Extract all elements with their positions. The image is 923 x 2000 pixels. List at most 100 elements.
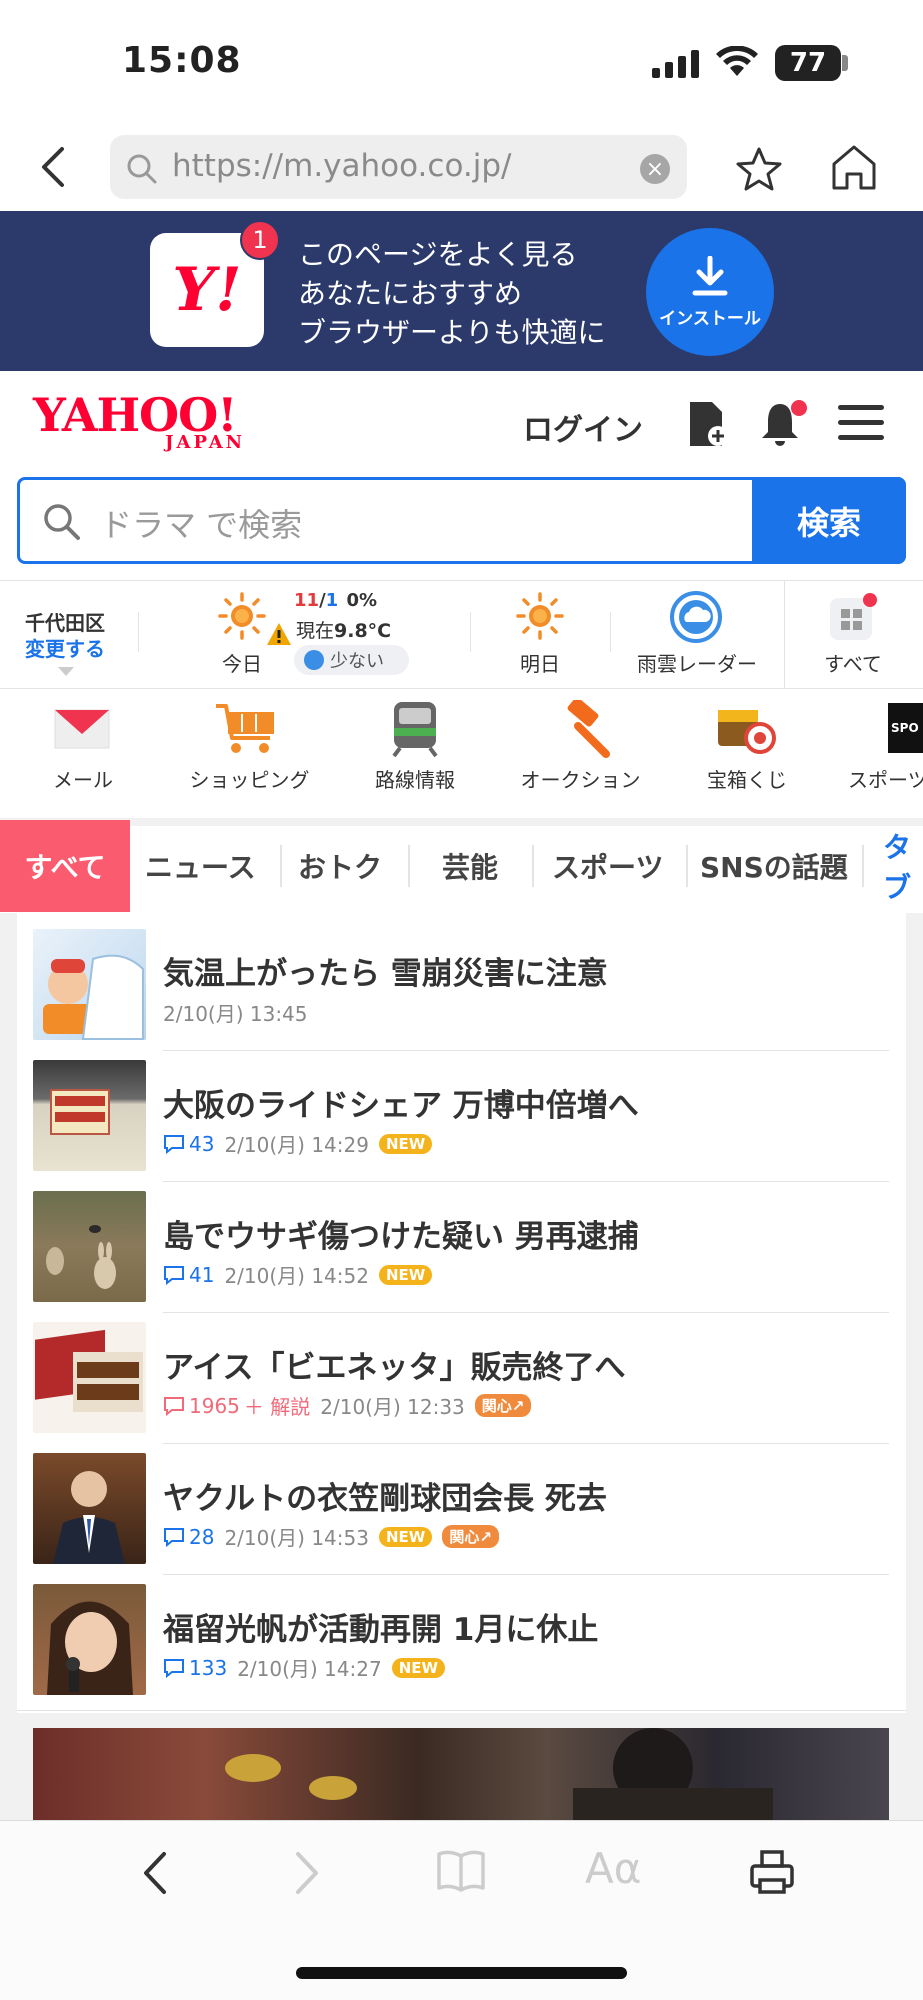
weather-date: 11/1 0% <box>294 590 378 611</box>
tab-entertainment[interactable]: 芸能 <box>442 820 498 912</box>
bookmark-star-icon[interactable] <box>735 145 783 193</box>
service-shopping[interactable]: ショッピング <box>177 764 322 793</box>
news-title[interactable]: 島でウサギ傷つけた疑い 男再逮捕 <box>163 1211 639 1256</box>
tab-news[interactable]: ニュース <box>145 820 256 912</box>
banner-line-1: このページをよく見る <box>298 238 578 271</box>
clear-url-icon[interactable]: × <box>640 154 670 184</box>
comment-count[interactable]: 41 <box>163 1263 214 1287</box>
commentary-link[interactable]: ＋ 解説 <box>244 1391 310 1420</box>
new-badge: NEW <box>391 1657 446 1678</box>
news-thumbnail[interactable] <box>33 1322 146 1433</box>
weather-tomorrow-label[interactable]: 明日 <box>510 648 570 677</box>
install-label: インストール <box>659 308 761 329</box>
comment-icon <box>164 1527 184 1547</box>
news-title[interactable]: ヤクルトの衣笠剛球団会長 死去 <box>163 1473 607 1518</box>
location-caret-icon <box>58 667 74 676</box>
tab-sports[interactable]: スポーツ <box>552 820 663 912</box>
tab-sns[interactable]: SNSの話題 <box>700 820 848 912</box>
new-badge: NEW <box>378 1264 433 1285</box>
service-auction[interactable]: オークション <box>508 764 653 793</box>
bell-icon[interactable] <box>758 398 808 448</box>
service-sports[interactable]: スポーツ <box>848 764 923 793</box>
comment-icon <box>164 1265 184 1285</box>
rain-radar-label[interactable]: 雨雲レーダー <box>630 648 764 677</box>
comment-count[interactable]: 28 <box>163 1525 214 1549</box>
download-icon <box>692 255 728 295</box>
tab-separator <box>532 845 534 887</box>
search-icon <box>44 504 80 540</box>
auction-gavel-icon[interactable] <box>550 700 614 758</box>
hamburger-menu-icon[interactable] <box>838 405 884 441</box>
featured-news-image[interactable] <box>33 1728 889 1820</box>
news-meta: 28 2/10(月) 14:53 NEW 関心↗ <box>163 1522 499 1551</box>
news-thumbnail[interactable] <box>33 1453 146 1564</box>
comment-count[interactable]: 1965 ＋ 解説 <box>163 1391 310 1420</box>
new-badge: NEW <box>378 1133 433 1154</box>
banner-line-2: あなたにおすすめ <box>298 277 523 310</box>
rain-radar-icon <box>670 591 722 643</box>
add-page-icon[interactable] <box>686 400 728 448</box>
tab-separator <box>280 845 282 887</box>
battery-cap <box>842 55 848 71</box>
home-icon[interactable] <box>830 142 878 192</box>
tab-all[interactable]: すべて <box>0 820 130 912</box>
comment-icon <box>164 1134 184 1154</box>
weather-location: 千代田区 <box>25 611 105 635</box>
news-meta: 2/10(月) 13:45 <box>163 1002 308 1026</box>
warning-icon <box>267 623 291 645</box>
news-meta: 41 2/10(月) 14:52 NEW <box>163 1260 433 1289</box>
service-lottery[interactable]: 宝箱くじ <box>687 764 807 793</box>
comment-icon <box>164 1658 184 1678</box>
news-meta: 1965 ＋ 解説 2/10(月) 12:33 関心↗ <box>163 1391 532 1420</box>
wifi-icon <box>716 46 758 76</box>
sun-icon <box>218 592 266 640</box>
shopping-cart-icon[interactable] <box>214 700 280 758</box>
tab-separator <box>408 845 410 887</box>
change-location-link[interactable]: 変更する <box>25 633 105 662</box>
text-size-icon[interactable]: Aα <box>585 1844 641 1893</box>
service-transit[interactable]: 路線情報 <box>355 764 475 793</box>
news-meta: 43 2/10(月) 14:29 NEW <box>163 1129 433 1158</box>
comment-count[interactable]: 133 <box>163 1656 227 1680</box>
trending-badge: 関心↗ <box>442 1525 499 1548</box>
news-thumbnail[interactable] <box>33 1191 146 1302</box>
treasure-lottery-icon[interactable] <box>714 700 780 758</box>
service-mail[interactable]: メール <box>33 764 133 793</box>
news-title[interactable]: 福留光帆が活動再開 1月に休止 <box>163 1604 598 1649</box>
tab-more[interactable]: タブ <box>883 820 923 912</box>
print-icon[interactable] <box>748 1848 796 1896</box>
train-icon[interactable] <box>390 700 440 758</box>
sports-logo-icon[interactable]: SPO <box>888 703 923 753</box>
yahoo-logo-japan: JAPAN <box>165 432 246 453</box>
comment-icon <box>164 1396 184 1416</box>
search-button[interactable]: 検索 <box>752 477 906 564</box>
url-text[interactable]: https://m.yahoo.co.jp/ <box>172 148 511 184</box>
tab-deals[interactable]: おトク <box>298 820 382 912</box>
tab-separator <box>862 845 864 887</box>
mail-icon[interactable] <box>53 704 113 754</box>
cellular-signal-icon <box>652 50 699 78</box>
new-badge: NEW <box>378 1526 433 1547</box>
tab-separator <box>686 845 688 887</box>
battery-indicator: 77 <box>775 45 841 81</box>
back-chevron-icon[interactable] <box>38 145 68 189</box>
comment-count[interactable]: 43 <box>163 1132 214 1156</box>
news-title[interactable]: 大阪のライドシェア 万博中倍増へ <box>163 1080 639 1125</box>
home-indicator <box>296 1967 627 1979</box>
all-services-grid-icon[interactable] <box>828 592 878 642</box>
news-card <box>17 913 906 1713</box>
pollen-indicator: 少ない <box>294 645 409 675</box>
back-icon[interactable] <box>140 1850 170 1896</box>
news-thumbnail[interactable] <box>33 929 146 1040</box>
all-services-label[interactable]: すべて <box>818 648 888 677</box>
news-title[interactable]: 気温上がったら 雪崩災害に注意 <box>163 948 608 993</box>
news-thumbnail[interactable] <box>33 1060 146 1171</box>
login-link[interactable]: ログイン <box>523 405 643 449</box>
forward-icon[interactable] <box>292 1850 322 1896</box>
news-thumbnail[interactable] <box>33 1584 146 1695</box>
install-button[interactable]: インストール <box>646 228 774 356</box>
bookmarks-book-icon[interactable] <box>436 1848 486 1894</box>
sun-icon-tomorrow <box>516 592 564 640</box>
news-title[interactable]: アイス「ビエネッタ」販売終了へ <box>163 1342 626 1387</box>
banner-line-3: ブラウザーよりも快適に <box>298 316 606 349</box>
